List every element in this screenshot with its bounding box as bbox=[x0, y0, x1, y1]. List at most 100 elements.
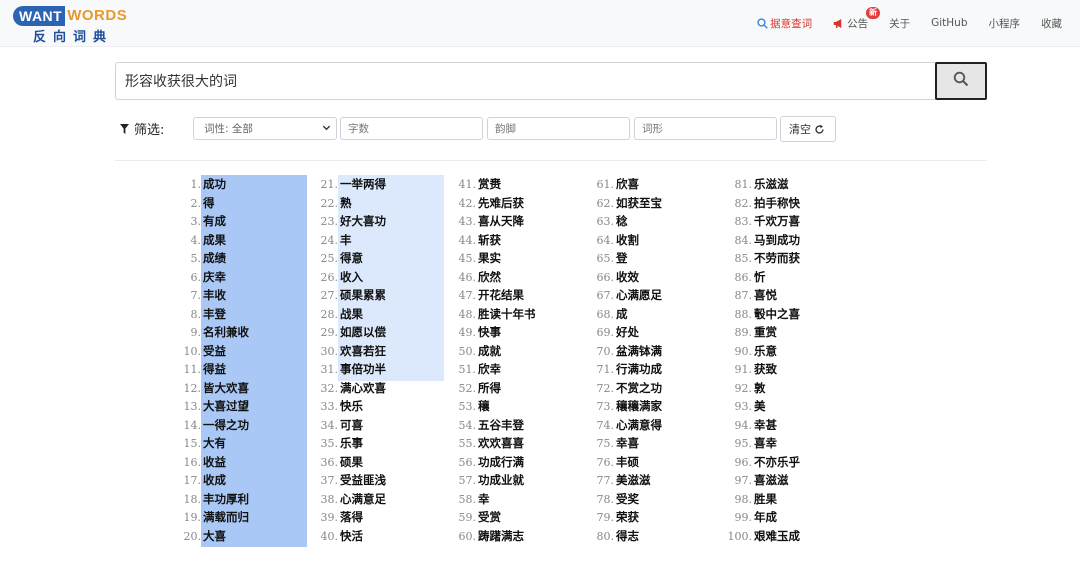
result-word[interactable]: 丰功厚利 bbox=[201, 490, 249, 509]
result-word[interactable]: 赏赉 bbox=[476, 175, 501, 194]
result-word[interactable]: 好处 bbox=[614, 323, 639, 342]
result-item[interactable]: 36. 硕果 bbox=[311, 453, 451, 472]
result-item[interactable]: 39. 落得 bbox=[311, 508, 451, 527]
result-item[interactable]: 63. 稔 bbox=[587, 212, 727, 231]
result-item[interactable]: 13. 大喜过望 bbox=[174, 397, 314, 416]
result-item[interactable]: 66. 收效 bbox=[587, 268, 727, 287]
result-item[interactable]: 59. 受赏 bbox=[449, 508, 589, 527]
pos-select[interactable]: 词性: 全部 bbox=[193, 117, 337, 140]
result-item[interactable]: 93. 美 bbox=[725, 397, 865, 416]
result-word[interactable]: 欣幸 bbox=[476, 360, 501, 379]
result-item[interactable]: 45. 果实 bbox=[449, 249, 589, 268]
result-item[interactable]: 72. 不赏之功 bbox=[587, 379, 727, 398]
result-word[interactable]: 快乐 bbox=[338, 397, 363, 416]
result-item[interactable]: 48. 胜读十年书 bbox=[449, 305, 589, 324]
search-button[interactable] bbox=[935, 62, 987, 100]
result-word[interactable]: 稔 bbox=[614, 212, 628, 231]
result-item[interactable]: 67. 心满愿足 bbox=[587, 286, 727, 305]
result-item[interactable]: 73. 穰穰满家 bbox=[587, 397, 727, 416]
result-item[interactable]: 81. 乐滋滋 bbox=[725, 175, 865, 194]
result-item[interactable]: 37. 受益匪浅 bbox=[311, 471, 451, 490]
result-word[interactable]: 穰穰满家 bbox=[614, 397, 662, 416]
result-word[interactable]: 受益匪浅 bbox=[338, 471, 386, 490]
result-word[interactable]: 成 bbox=[614, 305, 628, 324]
site-logo[interactable]: WANT WORDS 反向词典 bbox=[13, 5, 133, 45]
result-word[interactable]: 皆大欢喜 bbox=[201, 379, 249, 398]
result-item[interactable]: 16. 收益 bbox=[174, 453, 314, 472]
result-word[interactable]: 收成 bbox=[201, 471, 226, 490]
result-word[interactable]: 幸甚 bbox=[752, 416, 777, 435]
result-item[interactable]: 88. 彀中之喜 bbox=[725, 305, 865, 324]
result-item[interactable]: 21. 一举两得 bbox=[311, 175, 451, 194]
result-word[interactable]: 有成 bbox=[201, 212, 226, 231]
result-word[interactable]: 喜从天降 bbox=[476, 212, 524, 231]
result-item[interactable]: 98. 胜果 bbox=[725, 490, 865, 509]
result-word[interactable]: 得 bbox=[201, 194, 215, 213]
result-item[interactable]: 47. 开花结果 bbox=[449, 286, 589, 305]
result-item[interactable]: 99. 年成 bbox=[725, 508, 865, 527]
result-word[interactable]: 幸 bbox=[476, 490, 490, 509]
result-item[interactable]: 7. 丰收 bbox=[174, 286, 314, 305]
result-word[interactable]: 彀中之喜 bbox=[752, 305, 800, 324]
result-item[interactable]: 15. 大有 bbox=[174, 434, 314, 453]
nav-item-github[interactable]: GitHub bbox=[931, 17, 967, 29]
result-word[interactable]: 成果 bbox=[201, 231, 226, 250]
result-item[interactable]: 17. 收成 bbox=[174, 471, 314, 490]
result-word[interactable]: 喜滋滋 bbox=[752, 471, 789, 490]
result-word[interactable]: 幸喜 bbox=[614, 434, 639, 453]
result-word[interactable]: 荣获 bbox=[614, 508, 639, 527]
result-item[interactable]: 89. 重赏 bbox=[725, 323, 865, 342]
result-item[interactable]: 57. 功成业就 bbox=[449, 471, 589, 490]
result-item[interactable]: 31. 事倍功半 bbox=[311, 360, 451, 379]
result-item[interactable]: 11. 得益 bbox=[174, 360, 314, 379]
result-word[interactable]: 心满意得 bbox=[614, 416, 662, 435]
result-word[interactable]: 开花结果 bbox=[476, 286, 524, 305]
result-item[interactable]: 41. 赏赉 bbox=[449, 175, 589, 194]
result-word[interactable]: 一得之功 bbox=[201, 416, 249, 435]
result-item[interactable]: 77. 美滋滋 bbox=[587, 471, 727, 490]
result-item[interactable]: 76. 丰硕 bbox=[587, 453, 727, 472]
nav-item-reverse-search[interactable]: 据意查词 bbox=[757, 16, 812, 31]
nav-item-mini-program[interactable]: 小程序 bbox=[989, 16, 1021, 31]
result-item[interactable]: 54. 五谷丰登 bbox=[449, 416, 589, 435]
result-item[interactable]: 62. 如获至宝 bbox=[587, 194, 727, 213]
result-word[interactable]: 登 bbox=[614, 249, 628, 268]
result-item[interactable]: 90. 乐意 bbox=[725, 342, 865, 361]
result-item[interactable]: 34. 可喜 bbox=[311, 416, 451, 435]
nav-item-notice[interactable]: 公告 新 bbox=[833, 6, 881, 31]
result-item[interactable]: 12. 皆大欢喜 bbox=[174, 379, 314, 398]
result-item[interactable]: 65. 登 bbox=[587, 249, 727, 268]
result-item[interactable]: 100. 艰难玉成 bbox=[725, 527, 865, 546]
result-word[interactable]: 果实 bbox=[476, 249, 501, 268]
result-item[interactable]: 53. 穰 bbox=[449, 397, 589, 416]
result-item[interactable]: 46. 欣然 bbox=[449, 268, 589, 287]
result-item[interactable]: 74. 心满意得 bbox=[587, 416, 727, 435]
result-word[interactable]: 忻 bbox=[752, 268, 766, 287]
result-word[interactable]: 胜果 bbox=[752, 490, 777, 509]
result-item[interactable]: 97. 喜滋滋 bbox=[725, 471, 865, 490]
result-item[interactable]: 4. 成果 bbox=[174, 231, 314, 250]
result-word[interactable]: 成绩 bbox=[201, 249, 226, 268]
result-word[interactable]: 丰硕 bbox=[614, 453, 639, 472]
result-word[interactable]: 欢欢喜喜 bbox=[476, 434, 524, 453]
search-input[interactable] bbox=[115, 62, 936, 100]
result-word[interactable]: 受益 bbox=[201, 342, 226, 361]
result-item[interactable]: 83. 千欢万喜 bbox=[725, 212, 865, 231]
result-word[interactable]: 不劳而获 bbox=[752, 249, 800, 268]
result-word[interactable]: 重赏 bbox=[752, 323, 777, 342]
result-item[interactable]: 78. 受奖 bbox=[587, 490, 727, 509]
result-word[interactable]: 可喜 bbox=[338, 416, 363, 435]
result-word[interactable]: 硕果累累 bbox=[338, 286, 386, 305]
result-item[interactable]: 80. 得志 bbox=[587, 527, 727, 546]
result-item[interactable]: 71. 行满功成 bbox=[587, 360, 727, 379]
result-item[interactable]: 58. 幸 bbox=[449, 490, 589, 509]
result-item[interactable]: 25. 得意 bbox=[311, 249, 451, 268]
result-word[interactable]: 拍手称快 bbox=[752, 194, 800, 213]
result-item[interactable]: 70. 盆满钵满 bbox=[587, 342, 727, 361]
result-word[interactable]: 得益 bbox=[201, 360, 226, 379]
result-word[interactable]: 收割 bbox=[614, 231, 639, 250]
result-word[interactable]: 收效 bbox=[614, 268, 639, 287]
result-item[interactable]: 69. 好处 bbox=[587, 323, 727, 342]
result-word[interactable]: 事倍功半 bbox=[338, 360, 386, 379]
result-word[interactable]: 喜幸 bbox=[752, 434, 777, 453]
